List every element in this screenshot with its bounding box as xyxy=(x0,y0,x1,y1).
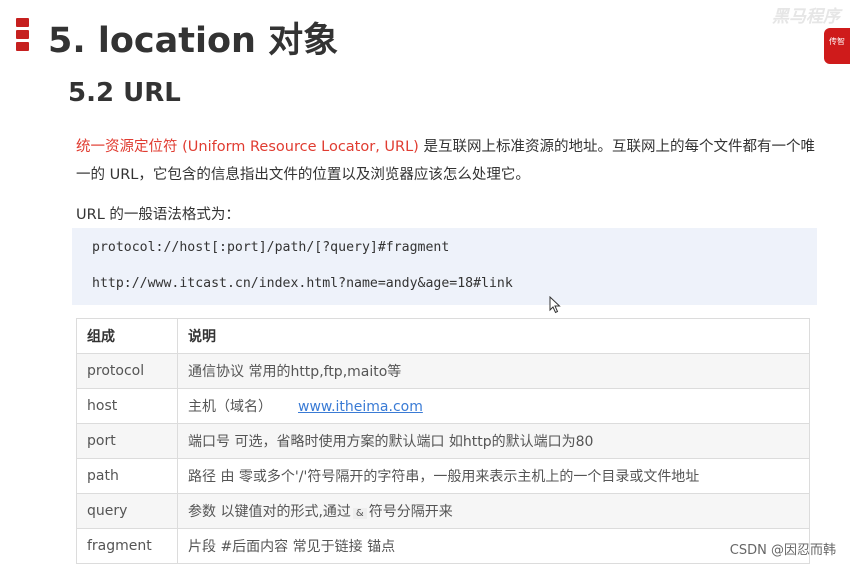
table-cell-name: query xyxy=(76,493,178,529)
table-row: fragment 片段 #后面内容 常见于链接 锚点 xyxy=(76,528,810,564)
csdn-watermark: CSDN @因忍而韩 xyxy=(729,543,836,558)
code-block: protocol://host[:port]/path/[?query]#fra… xyxy=(72,228,817,305)
mouse-cursor-icon xyxy=(549,296,561,314)
table-row: host 主机（域名） www.itheima.com xyxy=(76,388,810,424)
table-cell-name: protocol xyxy=(76,353,178,389)
host-desc-text: 主机（域名） xyxy=(188,399,272,415)
table-cell-name: host xyxy=(76,388,178,424)
intro-paragraph: 统一资源定位符 (Uniform Resource Locator, URL) … xyxy=(76,133,826,189)
brand-badge: 传智 xyxy=(824,28,850,64)
code-line-example: http://www.itcast.cn/index.html?name=and… xyxy=(92,276,513,291)
table-header-description: 说明 xyxy=(177,318,810,354)
query-desc-post: 符号分隔开来 xyxy=(368,504,453,520)
table-row: port 端口号 可选，省略时使用方案的默认端口 如http的默认端口为80 xyxy=(76,423,810,459)
section-title: 5.2 URL xyxy=(68,78,181,108)
table-cell-name: path xyxy=(76,458,178,494)
table-cell-desc: 片段 #后面内容 常见于链接 锚点 xyxy=(177,528,810,564)
table-cell-desc: 端口号 可选，省略时使用方案的默认端口 如http的默认端口为80 xyxy=(177,423,810,459)
table-header-component: 组成 xyxy=(76,318,178,354)
brand-logo: 黑马程序 传智 xyxy=(742,0,850,70)
page-title: 5. location 对象 xyxy=(48,21,339,61)
table-cell-name: port xyxy=(76,423,178,459)
host-link[interactable]: www.itheima.com xyxy=(298,399,423,415)
table-cell-name: fragment xyxy=(76,528,178,564)
syntax-label: URL 的一般语法格式为： xyxy=(76,207,240,223)
query-desc-pre: 参数 以键值对的形式,通过 xyxy=(188,504,351,520)
table-cell-desc: 通信协议 常用的http,ftp,maito等 xyxy=(177,353,810,389)
code-line-syntax: protocol://host[:port]/path/[?query]#fra… xyxy=(92,240,450,255)
intro-highlight: 统一资源定位符 (Uniform Resource Locator, URL) xyxy=(76,139,419,155)
table-header-row: 组成 说明 xyxy=(76,318,810,354)
table-row: query 参数 以键值对的形式,通过 & 符号分隔开来 xyxy=(76,493,810,529)
url-components-table: 组成 说明 protocol 通信协议 常用的http,ftp,maito等 h… xyxy=(76,318,810,564)
table-row: path 路径 由 零或多个'/'符号隔开的字符串，一般用来表示主机上的一个目录… xyxy=(76,458,810,494)
brand-logo-text: 黑马程序 xyxy=(772,7,840,27)
table-cell-desc: 路径 由 零或多个'/'符号隔开的字符串，一般用来表示主机上的一个目录或文件地址 xyxy=(177,458,810,494)
heading-bullet-icon xyxy=(16,18,29,52)
table-cell-desc: 主机（域名） www.itheima.com xyxy=(177,388,810,424)
table-cell-desc: 参数 以键值对的形式,通过 & 符号分隔开来 xyxy=(177,493,810,529)
ampersand-symbol: & xyxy=(352,508,367,519)
table-row: protocol 通信协议 常用的http,ftp,maito等 xyxy=(76,353,810,389)
